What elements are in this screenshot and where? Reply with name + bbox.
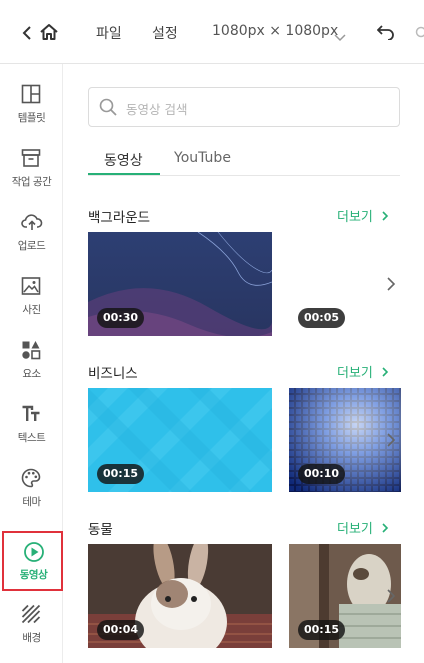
- sidebar-item-background[interactable]: 배경: [0, 594, 63, 656]
- sidebar-item-video[interactable]: 동영상: [2, 531, 63, 591]
- video-search-input[interactable]: 동영상 검색: [88, 87, 400, 127]
- more-link-background[interactable]: 더보기: [337, 206, 389, 225]
- sidebar-item-text[interactable]: 텍스트: [0, 394, 63, 456]
- more-link-business[interactable]: 더보기: [337, 362, 389, 381]
- duration-badge: 00:30: [97, 308, 145, 328]
- search-placeholder: 동영상 검색: [126, 102, 188, 117]
- video-thumbnail[interactable]: 00:15: [289, 544, 401, 648]
- sidebar-item-label: 업로드: [17, 240, 46, 252]
- active-tab-indicator: [88, 173, 160, 175]
- background-icon: [21, 604, 41, 624]
- palette-icon: [21, 468, 41, 488]
- duration-badge: 00:15: [97, 464, 145, 484]
- sidebar-item-label: 배경: [22, 632, 41, 644]
- tab-youtube[interactable]: YouTube: [174, 150, 231, 166]
- settings-menu[interactable]: 설정: [152, 23, 178, 43]
- elements-icon: [22, 341, 41, 360]
- duration-badge: 00:10: [298, 464, 346, 484]
- sidebar-item-label: 작업 공간: [11, 176, 52, 188]
- cloud-upload-icon: [21, 214, 43, 230]
- sidebar-item-label: 테마: [22, 496, 41, 508]
- chevron-right-icon[interactable]: [386, 589, 396, 603]
- template-icon: [21, 84, 41, 104]
- archive-icon: [21, 149, 41, 167]
- photo-icon: [21, 277, 41, 295]
- sidebar-item-elements[interactable]: 요소: [0, 330, 63, 392]
- text-icon: [22, 405, 40, 421]
- sidebar-item-upload[interactable]: 업로드: [0, 202, 63, 264]
- chevron-right-icon: [382, 211, 389, 221]
- duration-badge: 00:15: [298, 620, 346, 640]
- sidebar-item-label: 동영상: [19, 569, 48, 581]
- video-thumbnail[interactable]: 00:04: [88, 544, 272, 648]
- more-label: 더보기: [337, 210, 373, 225]
- sidebar-item-template[interactable]: 템플릿: [0, 74, 63, 136]
- search-icon[interactable]: [415, 25, 424, 44]
- left-sidebar: 템플릿 작업 공간 업로드 사진 요소 텍스트 테마 동영상 배경: [0, 64, 63, 663]
- tab-video[interactable]: 동영상: [104, 150, 143, 170]
- section-title-business: 비즈니스: [88, 366, 138, 382]
- undo-icon[interactable]: [376, 24, 395, 44]
- video-thumbnail[interactable]: 00:30: [88, 232, 272, 336]
- play-circle-icon: [24, 542, 44, 562]
- top-toolbar: 파일 설정 1080px × 1080px: [0, 0, 424, 64]
- chevron-down-icon[interactable]: [334, 27, 346, 46]
- sidebar-item-label: 요소: [22, 368, 41, 380]
- sidebar-item-label: 사진: [22, 304, 41, 316]
- section-title-background: 백그라운드: [88, 210, 151, 226]
- more-label: 더보기: [337, 366, 373, 381]
- search-icon: [99, 98, 117, 116]
- chevron-right-icon[interactable]: [386, 433, 396, 447]
- chevron-right-icon: [382, 523, 389, 533]
- sidebar-item-label: 텍스트: [17, 432, 46, 444]
- file-menu[interactable]: 파일: [96, 23, 122, 43]
- video-thumbnail[interactable]: 00:10: [289, 388, 401, 492]
- chevron-right-icon[interactable]: [386, 277, 396, 291]
- more-link-animals[interactable]: 더보기: [337, 518, 389, 537]
- sidebar-item-workspace[interactable]: 작업 공간: [0, 138, 63, 200]
- more-label: 더보기: [337, 522, 373, 537]
- video-thumbnail[interactable]: 00:05: [289, 232, 401, 336]
- video-source-tabs: 동영상 YouTube: [88, 146, 400, 176]
- back-icon[interactable]: [22, 25, 32, 44]
- chevron-right-icon: [382, 367, 389, 377]
- sidebar-item-photo[interactable]: 사진: [0, 266, 63, 328]
- sidebar-item-label: 템플릿: [17, 112, 46, 124]
- video-thumbnail[interactable]: 00:15: [88, 388, 272, 492]
- sidebar-item-theme[interactable]: 테마: [0, 458, 63, 520]
- section-title-animals: 동물: [88, 522, 113, 538]
- duration-badge: 00:05: [298, 308, 346, 328]
- home-icon[interactable]: [39, 23, 59, 45]
- canvas-size-dropdown[interactable]: 1080px × 1080px: [212, 23, 338, 39]
- duration-badge: 00:04: [97, 620, 145, 640]
